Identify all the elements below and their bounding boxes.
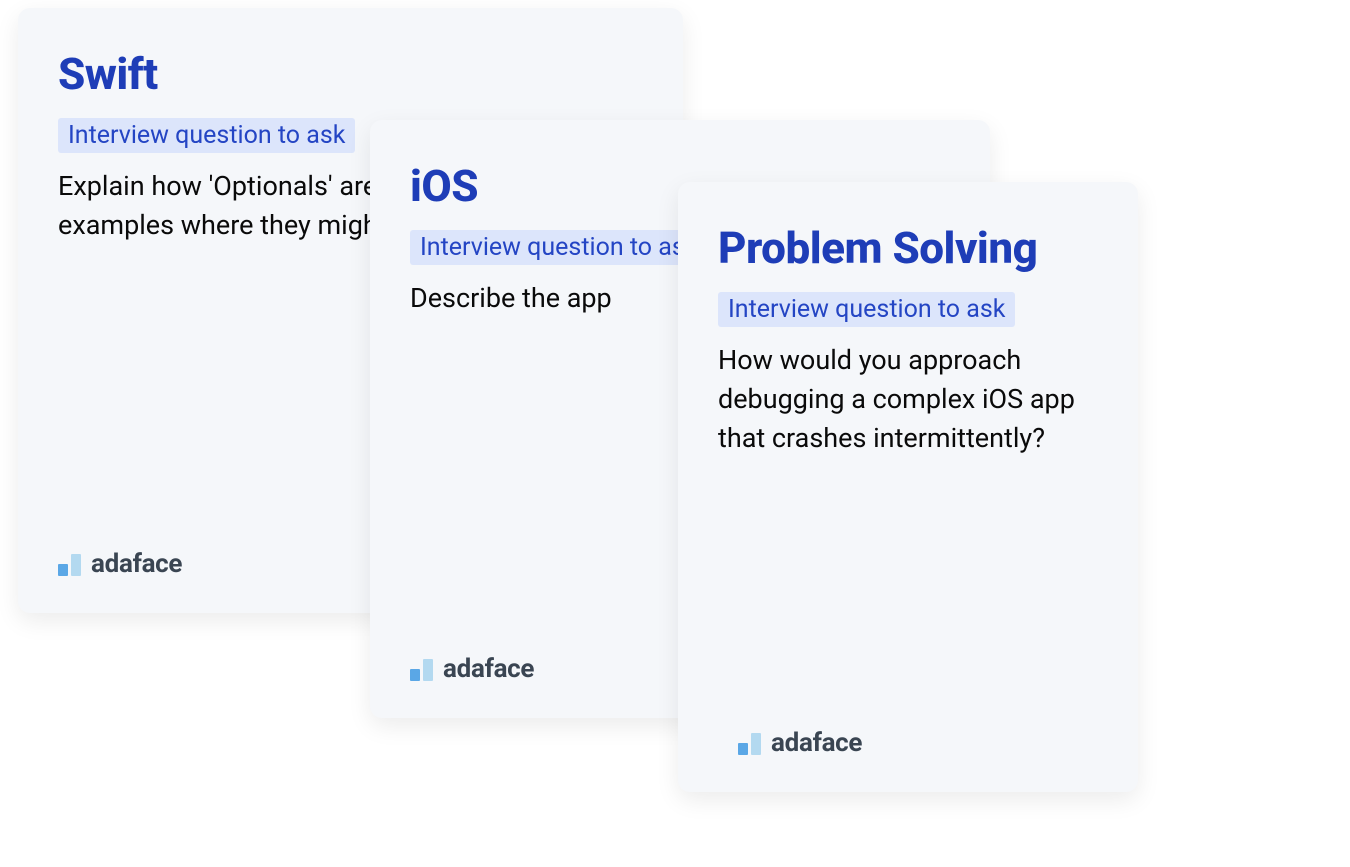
brand-logo: adaface <box>738 728 862 758</box>
brand-logo: adaface <box>58 549 182 579</box>
card-subtitle: Interview question to ask <box>58 118 355 153</box>
adaface-bars-icon <box>58 554 81 576</box>
adaface-bars-icon <box>410 659 433 681</box>
card-subtitle: Interview question to ask <box>410 230 707 265</box>
brand-name: adaface <box>443 654 534 684</box>
brand-name: adaface <box>91 549 182 579</box>
card-subtitle: Interview question to ask <box>718 292 1015 327</box>
adaface-bars-icon <box>738 733 761 755</box>
brand-name: adaface <box>771 728 862 758</box>
card-title: Swift <box>58 48 643 100</box>
card-body: How would you approach debugging a compl… <box>718 341 1098 458</box>
card-title: Problem Solving <box>718 222 1098 274</box>
interview-card-problem-solving: Problem Solving Interview question to as… <box>678 182 1138 792</box>
brand-logo: adaface <box>410 654 534 684</box>
